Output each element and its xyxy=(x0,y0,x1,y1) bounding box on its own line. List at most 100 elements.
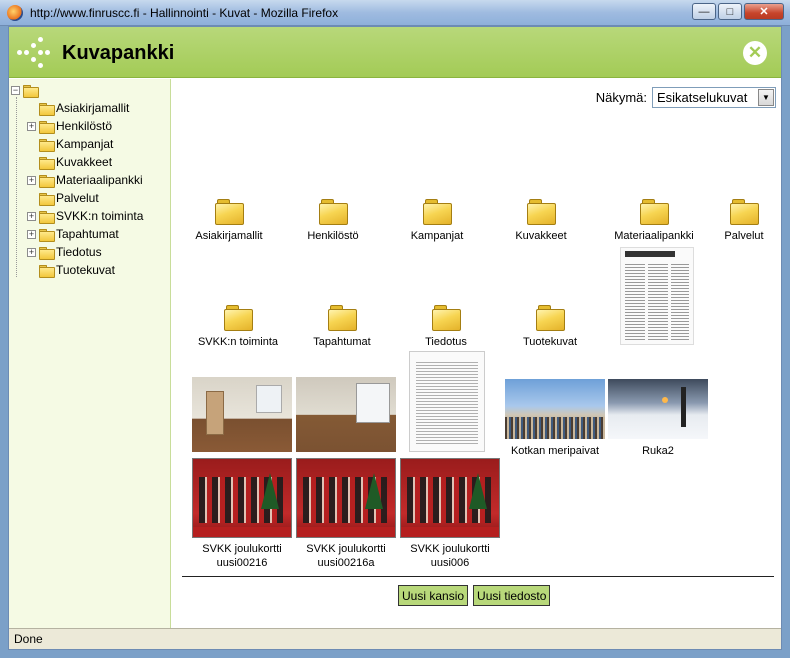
image-label: Ruka2 xyxy=(642,445,674,457)
folder-icon xyxy=(39,264,55,278)
window-controls: — □ ✕ xyxy=(692,3,784,20)
view-dropdown[interactable]: Esikatselukuvat ▼ xyxy=(652,87,776,108)
tree-item-tiedotus[interactable]: + Tiedotus xyxy=(27,243,102,261)
firefox-icon xyxy=(7,5,23,21)
folder-icon xyxy=(328,305,357,331)
folder-tree: − Asiakirjamallit + Henkilöstö Kampanjat… xyxy=(9,79,171,628)
logo-icon xyxy=(17,37,51,69)
tree-root[interactable]: − xyxy=(11,85,40,98)
expand-icon[interactable]: + xyxy=(27,247,36,257)
new-file-button[interactable]: Uusi tiedosto xyxy=(473,585,551,606)
status-bar: Done xyxy=(9,628,781,649)
image-label-line2: uusi00216 xyxy=(216,557,268,569)
folder-label: Materiaalipankki xyxy=(614,230,694,242)
folder-item[interactable]: Kuvakkeet xyxy=(489,199,593,243)
image-item[interactable]: Ruka2 xyxy=(606,379,710,458)
folder-icon xyxy=(432,305,461,331)
folder-icon xyxy=(39,192,55,206)
tree-line xyxy=(16,97,17,277)
tree-item-label: Asiakirjamallit xyxy=(56,101,130,115)
tree-item-henkilosto[interactable]: + Henkilöstö xyxy=(27,117,112,135)
image-thumbnail[interactable] xyxy=(620,247,694,345)
folder-icon xyxy=(39,246,55,260)
tree-item-label: Kampanjat xyxy=(56,137,114,151)
tree-item-kuvakkeet[interactable]: Kuvakkeet xyxy=(27,153,112,171)
tree-item-materiaalipankki[interactable]: + Materiaalipankki xyxy=(27,171,143,189)
window-body: Kuvapankki ✕ − Asiakirjamallit + Henkilö… xyxy=(8,26,782,650)
folder-icon xyxy=(39,228,55,242)
image-thumbnail[interactable] xyxy=(608,379,708,439)
view-selector: Näkymä: Esikatselukuvat ▼ xyxy=(596,87,776,108)
folder-item[interactable]: Asiakirjamallit xyxy=(177,199,281,243)
expand-icon[interactable]: + xyxy=(27,229,36,239)
view-label: Näkymä: xyxy=(595,90,647,105)
folder-icon xyxy=(640,199,669,225)
tree-item-kampanjat[interactable]: Kampanjat xyxy=(27,135,113,153)
tree-item-label: Tapahtumat xyxy=(56,227,119,241)
folder-item[interactable]: Tapahtumat xyxy=(290,305,394,349)
image-item[interactable]: SVKK joulukortti uusi006 xyxy=(398,458,502,570)
expand-icon[interactable]: + xyxy=(27,121,36,131)
folder-icon xyxy=(39,156,55,170)
folder-label: Tuotekuvat xyxy=(522,336,577,348)
folder-item[interactable]: Materiaalipankki xyxy=(602,199,706,243)
tree-item-tuotekuvat[interactable]: Tuotekuvat xyxy=(27,261,115,279)
folder-label: Kampanjat xyxy=(410,230,464,242)
folder-item[interactable]: Tiedotus xyxy=(394,305,498,349)
expand-icon[interactable]: + xyxy=(27,211,36,221)
folder-label: Asiakirjamallit xyxy=(195,230,263,242)
folder-item[interactable]: Tuotekuvat xyxy=(498,305,602,349)
maximize-button[interactable]: □ xyxy=(718,3,742,20)
folder-icon xyxy=(39,210,55,224)
image-thumbnail[interactable] xyxy=(296,458,396,538)
image-thumbnail[interactable] xyxy=(192,377,292,452)
folder-label: Kuvakkeet xyxy=(515,230,567,242)
folder-item[interactable]: Henkilöstö xyxy=(281,199,385,243)
window-close-button[interactable]: ✕ xyxy=(744,3,784,20)
tree-item-label: Tiedotus xyxy=(56,245,102,259)
close-icon[interactable]: ✕ xyxy=(743,41,767,65)
folder-label: Henkilöstö xyxy=(307,230,359,242)
image-thumbnail[interactable] xyxy=(505,379,605,439)
folder-item[interactable]: SVKK:n toiminta xyxy=(186,305,290,349)
tree-item-label: Materiaalipankki xyxy=(56,173,143,187)
folder-icon xyxy=(423,199,452,225)
tree-item-tapahtumat[interactable]: + Tapahtumat xyxy=(27,225,119,243)
new-folder-button[interactable]: Uusi kansio xyxy=(398,585,469,606)
folder-label: SVKK:n toiminta xyxy=(197,336,279,348)
image-label-line2: uusi00216a xyxy=(317,557,375,569)
status-text: Done xyxy=(14,632,43,646)
folder-icon xyxy=(730,199,759,225)
folder-open-icon xyxy=(23,85,39,98)
image-item[interactable]: Kotkan meripaivat xyxy=(501,379,609,458)
collapse-icon[interactable]: − xyxy=(11,86,20,95)
image-label-line1: SVKK joulukortti xyxy=(202,543,282,555)
tree-item-label: Tuotekuvat xyxy=(56,263,115,277)
folder-item[interactable]: Palvelut xyxy=(692,199,790,243)
tree-item-label: Palvelut xyxy=(56,191,99,205)
image-thumbnail[interactable] xyxy=(296,377,396,452)
folder-icon xyxy=(39,102,55,116)
window-titlebar: http://www.finruscc.fi - Hallinnointi - … xyxy=(0,0,790,26)
folder-label: Tiedotus xyxy=(425,336,467,348)
tree-item-label: Henkilöstö xyxy=(56,119,113,133)
image-thumbnail[interactable] xyxy=(400,458,500,538)
folder-icon xyxy=(39,174,55,188)
image-label-line1: SVKK joulukortti xyxy=(306,543,386,555)
image-thumbnail[interactable] xyxy=(409,351,485,452)
folder-icon xyxy=(536,305,565,331)
image-item[interactable]: SVKK joulukortti uusi00216 xyxy=(190,458,294,570)
folder-icon xyxy=(527,199,556,225)
expand-icon[interactable]: + xyxy=(27,175,36,185)
tree-item-palvelut[interactable]: Palvelut xyxy=(27,189,99,207)
tree-item-asiakirjamallit[interactable]: Asiakirjamallit xyxy=(27,99,129,117)
image-label-line2: uusi006 xyxy=(430,557,470,569)
tree-item-svkk-toiminta[interactable]: + SVKK:n toiminta xyxy=(27,207,143,225)
image-item[interactable]: SVKK joulukortti uusi00216a xyxy=(294,458,398,570)
image-thumbnail[interactable] xyxy=(192,458,292,538)
minimize-button[interactable]: — xyxy=(692,3,716,20)
chevron-down-icon[interactable]: ▼ xyxy=(758,89,774,106)
folder-label: Palvelut xyxy=(724,230,764,242)
folder-item[interactable]: Kampanjat xyxy=(385,199,489,243)
folder-icon xyxy=(319,199,348,225)
